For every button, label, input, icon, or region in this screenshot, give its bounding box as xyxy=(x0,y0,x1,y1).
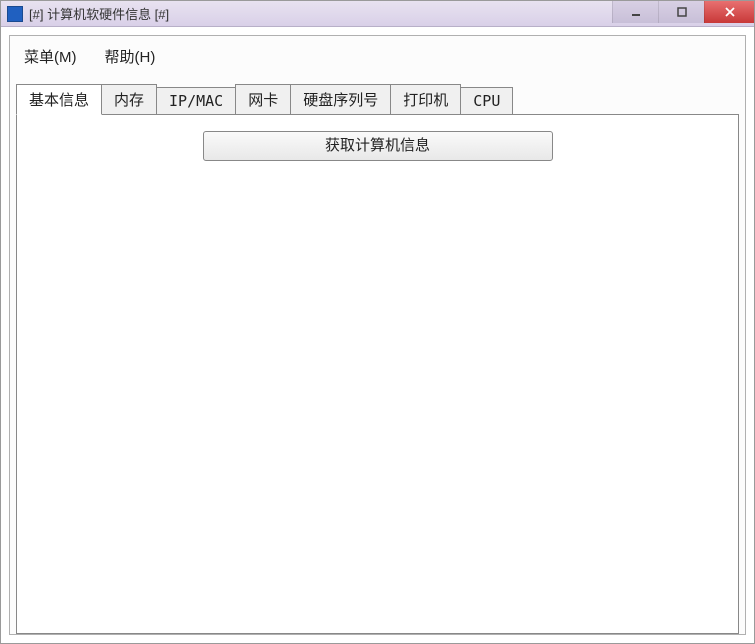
close-button[interactable] xyxy=(704,1,754,23)
tab-disk-serial[interactable]: 硬盘序列号 xyxy=(290,84,391,115)
tabs-container: 基本信息 内存 IP/MAC 网卡 硬盘序列号 打印机 CPU 获取计算机信息 xyxy=(10,84,745,634)
menu-item-menu[interactable]: 菜单(M) xyxy=(24,46,77,67)
maximize-icon xyxy=(676,6,688,18)
tabs-row: 基本信息 内存 IP/MAC 网卡 硬盘序列号 打印机 CPU xyxy=(16,84,739,115)
tab-cpu[interactable]: CPU xyxy=(460,87,513,115)
menu-item-help[interactable]: 帮助(H) xyxy=(105,46,156,67)
titlebar[interactable]: [#] 计算机软硬件信息 [#] xyxy=(1,1,754,27)
window-title: [#] 计算机软硬件信息 [#] xyxy=(29,4,169,23)
tab-basic-info[interactable]: 基本信息 xyxy=(16,84,102,115)
maximize-button[interactable] xyxy=(658,1,704,23)
close-icon xyxy=(724,6,736,18)
tab-nic[interactable]: 网卡 xyxy=(235,84,291,115)
tab-memory[interactable]: 内存 xyxy=(101,84,157,115)
app-icon xyxy=(7,6,23,22)
inner-frame: 菜单(M) 帮助(H) 基本信息 内存 IP/MAC 网卡 硬盘序列号 打印机 … xyxy=(9,35,746,635)
tab-ip-mac[interactable]: IP/MAC xyxy=(156,87,236,115)
minimize-icon xyxy=(630,6,642,18)
window-controls xyxy=(612,1,754,23)
tab-content-basic: 获取计算机信息 xyxy=(16,114,739,634)
tab-printer[interactable]: 打印机 xyxy=(390,84,461,115)
menubar: 菜单(M) 帮助(H) xyxy=(10,40,745,72)
app-window: [#] 计算机软硬件信息 [#] 菜单(M) 帮助(H) 基本信息 内存 xyxy=(0,0,755,644)
content-wrapper: 菜单(M) 帮助(H) 基本信息 内存 IP/MAC 网卡 硬盘序列号 打印机 … xyxy=(1,27,754,643)
minimize-button[interactable] xyxy=(612,1,658,23)
get-computer-info-button[interactable]: 获取计算机信息 xyxy=(203,131,553,161)
